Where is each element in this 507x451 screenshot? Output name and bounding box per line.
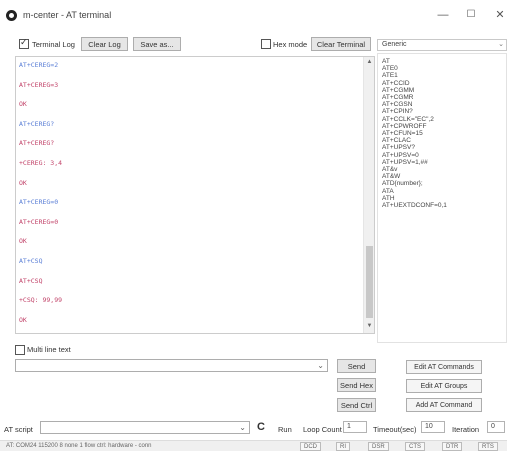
status-bar: AT: COM24 115200 8 none 1 flow ctrl: har… <box>0 440 507 451</box>
at-command-item[interactable]: AT+CLAC <box>382 137 411 144</box>
command-input[interactable]: ⌄ <box>15 359 328 372</box>
title-bar: m-center - AT terminal — ☐ ✕ <box>0 0 507 30</box>
terminal-output[interactable]: AT+CEREG=2 AT+CEREG=3 OK AT+CEREG? AT+CEREG?… <box>15 56 375 334</box>
at-command-item[interactable]: AT+UPSV=0 <box>382 152 419 159</box>
cts-indicator[interactable]: CTS <box>405 442 425 451</box>
edit-at-groups-button[interactable]: Edit AT Groups <box>406 379 482 393</box>
iteration-field: 0 <box>487 421 505 433</box>
at-command-item[interactable]: AT+CPWROFF <box>382 123 426 130</box>
at-command-item[interactable]: AT+UEXTDCONF=0,1 <box>382 202 447 209</box>
send-button[interactable]: Send <box>337 359 376 373</box>
minimize-button[interactable]: — <box>436 8 450 22</box>
terminal-line: AT+CSQ <box>19 276 43 285</box>
terminal-line: AT+CEREG=3 <box>19 80 59 89</box>
terminal-line: OK <box>19 315 27 324</box>
close-button[interactable]: ✕ <box>493 8 507 22</box>
multiline-checkbox[interactable] <box>15 345 25 355</box>
dcd-indicator: DCD <box>300 442 321 451</box>
timeout-field[interactable]: 10 <box>421 421 445 433</box>
terminal-scrollbar[interactable]: ▲ ▼ <box>363 57 374 333</box>
at-command-item[interactable]: AT+CPIN? <box>382 108 413 115</box>
maximize-button[interactable]: ☐ <box>464 8 478 22</box>
at-command-item[interactable]: AT+CCLK="EC",2 <box>382 116 434 123</box>
clear-terminal-button[interactable]: Clear Terminal <box>311 37 371 51</box>
dtr-indicator[interactable]: DTR <box>442 442 463 451</box>
terminal-log-label: Terminal Log <box>32 40 75 49</box>
hex-mode-label: Hex mode <box>273 40 308 49</box>
add-at-command-button[interactable]: Add AT Command <box>406 398 482 412</box>
scroll-down-arrow[interactable]: ▼ <box>364 323 374 333</box>
edit-at-commands-button[interactable]: Edit AT Commands <box>406 360 482 374</box>
multiline-label: Multi line text <box>27 345 71 354</box>
loop-count-label: Loop Count <box>303 425 342 434</box>
chevron-down-icon: ⌄ <box>498 41 504 48</box>
command-group-value: Generic <box>382 41 407 48</box>
at-command-item[interactable]: AT+UPSV=1,## <box>382 159 428 166</box>
terminal-line: OK <box>19 237 27 246</box>
at-script-label: AT script <box>4 425 33 434</box>
at-command-item[interactable]: AT&W <box>382 173 400 180</box>
terminal-line: AT+CEREG=0 <box>19 198 59 207</box>
save-as-button[interactable]: Save as... <box>133 37 181 51</box>
at-command-item[interactable]: AT+CFUN=15 <box>382 130 423 137</box>
at-command-item[interactable]: ATE0 <box>382 65 398 72</box>
at-command-item[interactable]: AT+CGMM <box>382 87 414 94</box>
run-button[interactable]: Run <box>278 425 292 434</box>
dsr-indicator: DSR <box>368 442 389 451</box>
send-hex-button[interactable]: Send Hex <box>337 378 376 392</box>
ri-indicator: RI <box>336 442 350 451</box>
chevron-down-icon[interactable]: ⌄ <box>317 361 324 370</box>
send-ctrl-button[interactable]: Send Ctrl <box>337 398 376 412</box>
timeout-label: Timeout(sec) <box>373 425 417 434</box>
terminal-log-checkbox[interactable] <box>19 37 29 49</box>
at-command-item[interactable]: ATA <box>382 188 394 195</box>
clear-log-button[interactable]: Clear Log <box>81 37 128 51</box>
command-group-select[interactable]: Generic ⌄ <box>377 39 507 51</box>
at-command-item[interactable]: AT+CCID <box>382 80 410 87</box>
loop-count-field[interactable]: 1 <box>343 421 367 433</box>
at-command-item[interactable]: AT&v <box>382 166 397 173</box>
rts-indicator[interactable]: RTS <box>478 442 498 451</box>
window-title: m-center - AT terminal <box>23 10 112 20</box>
terminal-toolbar: Terminal Log Clear Log Save as... Hex mo… <box>0 35 373 53</box>
iteration-label: Iteration <box>452 425 480 434</box>
scroll-up-arrow[interactable]: ▲ <box>364 59 374 69</box>
at-command-item[interactable]: AT+UPSV? <box>382 144 415 151</box>
at-command-item[interactable]: ATH <box>382 195 395 202</box>
terminal-line: OK <box>19 178 27 187</box>
chevron-down-icon: ⌄ <box>239 423 246 432</box>
terminal-line: OK <box>19 100 27 109</box>
scroll-thumb[interactable] <box>366 246 373 318</box>
app-icon <box>6 9 17 21</box>
at-command-list[interactable]: AT ATE0 ATE1 AT+CCID AT+CGMM AT+CGMR AT+CGSN AT… <box>377 53 507 343</box>
script-bar: AT script ⌄ C Run Loop Count 1 Timeout(s… <box>0 420 507 436</box>
at-command-item[interactable]: AT+CGSN <box>382 101 412 108</box>
terminal-line: AT+CEREG=0 <box>19 217 59 226</box>
terminal-line: AT+CEREG? <box>19 139 55 148</box>
at-command-item[interactable]: AT+CGMR <box>382 94 413 101</box>
connection-status: AT: COM24 115200 8 none 1 flow ctrl: har… <box>6 443 152 449</box>
terminal-line: AT+CEREG=2 <box>19 61 59 69</box>
terminal-line: +CSQ: 99,99 <box>19 296 63 305</box>
terminal-line: +CEREG: 3,4 <box>19 159 63 167</box>
refresh-icon[interactable]: C <box>257 421 265 433</box>
at-command-item[interactable]: ATE1 <box>382 72 398 79</box>
terminal-line: AT+CEREG? <box>19 119 55 128</box>
hex-mode-checkbox[interactable] <box>261 39 271 49</box>
at-command-item[interactable]: AT <box>382 58 390 65</box>
at-command-item[interactable]: ATD{number}; <box>382 180 423 187</box>
at-script-select[interactable]: ⌄ <box>40 421 250 434</box>
terminal-line: AT+CSQ <box>19 257 43 265</box>
